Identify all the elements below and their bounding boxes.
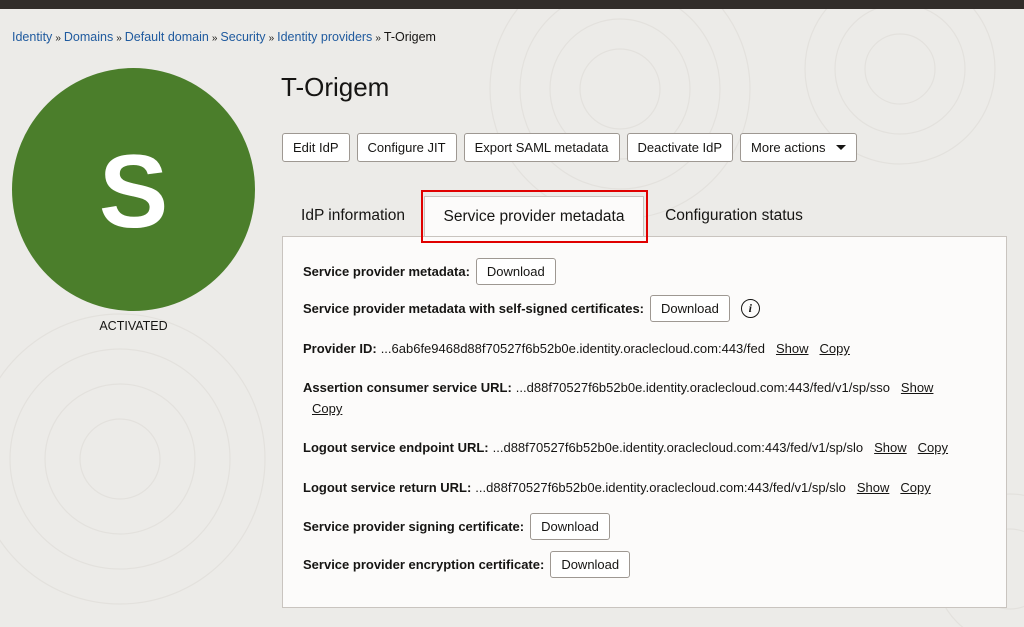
logout-endpoint-value: ...d88f70527f6b52b0e.identity.oracleclou…	[492, 440, 864, 455]
breadcrumb-separator-icon: »	[55, 33, 61, 44]
caret-down-icon	[836, 145, 847, 150]
breadcrumb-separator-icon: »	[211, 33, 218, 44]
breadcrumb-link-domains[interactable]: Domains	[64, 30, 113, 44]
breadcrumb-link-default-domain[interactable]: Default domain	[125, 30, 209, 44]
logout-endpoint-show-link[interactable]: Show	[874, 440, 907, 455]
breadcrumb-separator-icon: »	[268, 33, 275, 44]
acs-url-row: Assertion consumer service URL: ...d88f7…	[303, 380, 933, 395]
logout-return-row: Logout service return URL: ...d88f70527f…	[303, 480, 931, 495]
edit-idp-button[interactable]: Edit IdP	[282, 133, 350, 162]
sp-metadata-selfsigned-row: Service provider metadata with self-sign…	[303, 295, 760, 322]
status-badge: ACTIVATED	[99, 319, 168, 333]
provider-id-copy-link[interactable]: Copy	[820, 341, 850, 356]
breadcrumb-link-identity[interactable]: Identity	[12, 30, 52, 44]
logout-endpoint-row: Logout service endpoint URL: ...d88f7052…	[303, 440, 948, 455]
provider-id-show-link[interactable]: Show	[776, 341, 809, 356]
encryption-cert-row: Service provider encryption certificate:…	[303, 551, 631, 578]
breadcrumb-separator-icon: »	[116, 33, 122, 44]
sp-metadata-selfsigned-label: Service provider metadata with self-sign…	[303, 301, 645, 316]
signing-cert-download-button[interactable]: Download	[530, 513, 610, 540]
logout-endpoint-label: Logout service endpoint URL:	[303, 440, 489, 455]
logout-return-value: ...d88f70527f6b52b0e.identity.oracleclou…	[475, 480, 846, 495]
provider-id-row: Provider ID: ...6ab6fe9468d88f70527f6b52…	[303, 341, 850, 356]
avatar: S	[12, 68, 255, 311]
signing-cert-row: Service provider signing certificate: Do…	[303, 513, 610, 540]
acs-url-copy-link[interactable]: Copy	[312, 401, 342, 416]
sp-metadata-selfsigned-download-button[interactable]: Download	[650, 295, 730, 322]
page-title: T-Origem	[281, 72, 390, 102]
breadcrumb-link-identity-providers[interactable]: Identity providers	[277, 30, 372, 44]
sp-metadata-row: Service provider metadata: Download	[303, 258, 556, 285]
tab-service-provider-metadata[interactable]: Service provider metadata	[424, 196, 644, 237]
sp-metadata-download-button[interactable]: Download	[475, 258, 556, 285]
service-provider-metadata-panel: Service provider metadata: Download Serv…	[282, 236, 1007, 608]
tab-configuration-status[interactable]: Configuration status	[644, 196, 824, 236]
breadcrumb: Identity» Domains» Default domain» Security…	[12, 30, 436, 44]
sp-metadata-label: Service provider metadata:	[303, 264, 470, 279]
tab-bar: IdP information Service provider metadat…	[282, 196, 1006, 237]
provider-id-value: ...6ab6fe9468d88f70527f6b52b0e.identity.…	[380, 341, 765, 356]
acs-url-value: ...d88f70527f6b52b0e.identity.oracleclou…	[515, 380, 890, 395]
logout-endpoint-copy-link[interactable]: Copy	[918, 440, 948, 455]
action-toolbar: Edit IdP Configure JIT Export SAML metad…	[282, 133, 858, 162]
acs-url-show-link[interactable]: Show	[901, 380, 934, 395]
export-saml-metadata-button[interactable]: Export SAML metadata	[463, 133, 620, 162]
more-actions-button[interactable]: More actions	[740, 133, 858, 162]
deactivate-idp-button[interactable]: Deactivate IdP	[626, 133, 734, 162]
acs-url-label: Assertion consumer service URL:	[303, 380, 512, 395]
signing-cert-label: Service provider signing certificate:	[303, 519, 525, 534]
logout-return-copy-link[interactable]: Copy	[900, 480, 930, 495]
avatar-letter: S	[98, 133, 169, 250]
breadcrumb-separator-icon: »	[375, 33, 381, 44]
more-actions-label: More actions	[751, 140, 826, 155]
info-icon[interactable]: i	[740, 299, 760, 318]
top-bar	[0, 0, 1024, 9]
breadcrumb-current: T-Origem	[383, 30, 436, 44]
configure-jit-button[interactable]: Configure JIT	[356, 133, 457, 162]
logout-return-show-link[interactable]: Show	[857, 480, 890, 495]
encryption-cert-label: Service provider encryption certificate:	[303, 557, 545, 572]
provider-id-label: Provider ID:	[303, 341, 377, 356]
tab-idp-information[interactable]: IdP information	[282, 196, 424, 236]
breadcrumb-link-security[interactable]: Security	[220, 30, 265, 44]
logout-return-label: Logout service return URL:	[303, 480, 472, 495]
encryption-cert-download-button[interactable]: Download	[550, 551, 631, 578]
